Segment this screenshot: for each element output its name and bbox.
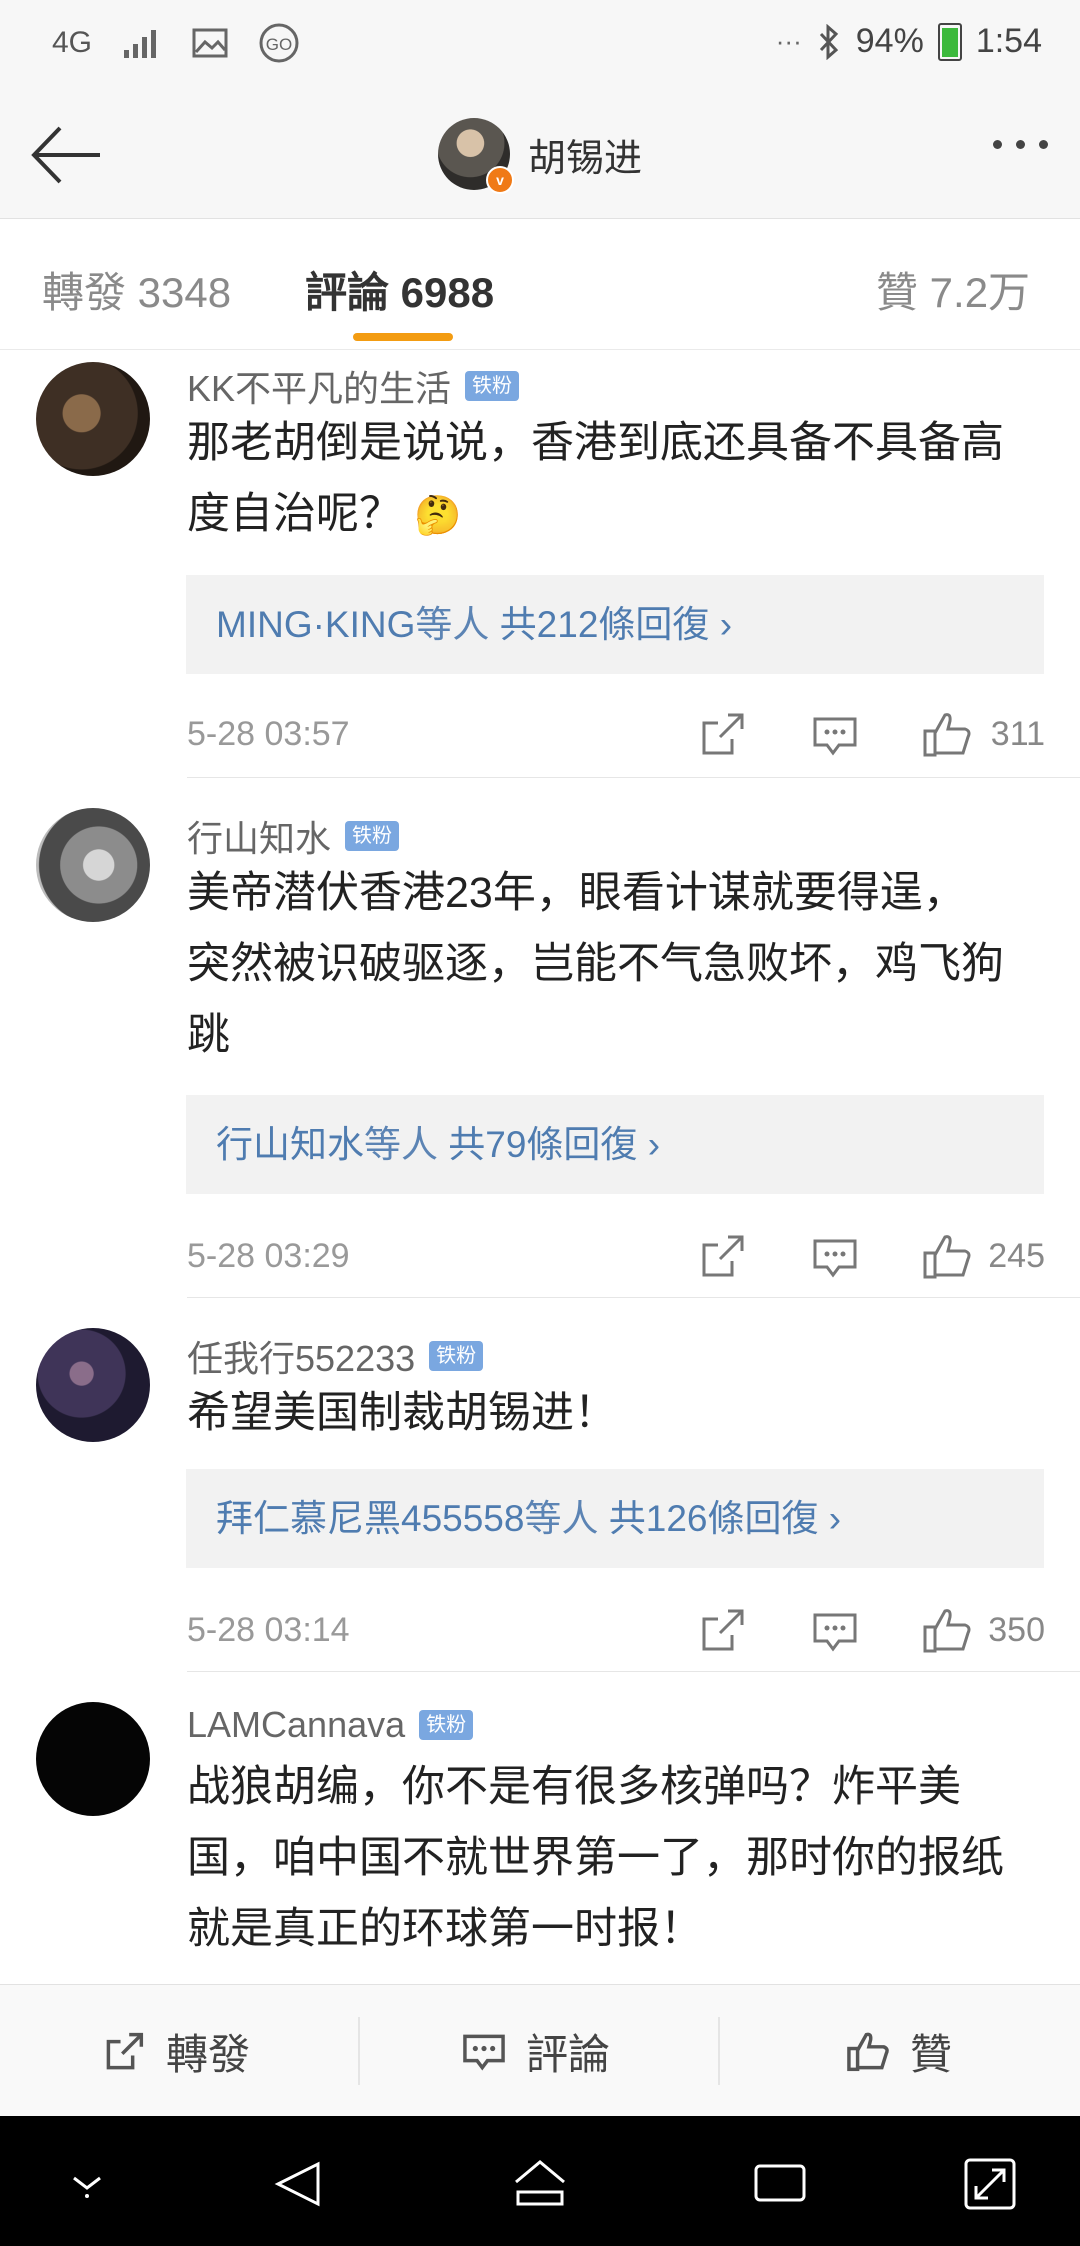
comment-author[interactable]: KK不平凡的生活 铁粉 — [187, 360, 520, 412]
system-nav-bar — [0, 2116, 1080, 2246]
status-time: 1:54 — [975, 22, 1042, 60]
fan-badge: 铁粉 — [429, 1341, 484, 1371]
username[interactable]: LAMCannava — [187, 1704, 405, 1746]
status-right: ··· 94% 1:54 — [776, 22, 1042, 61]
profile-header[interactable]: v 胡锡进 — [438, 118, 643, 194]
share-icon[interactable] — [692, 1601, 752, 1661]
divider — [187, 1297, 1080, 1298]
thinking-emoji-icon: 🤔 — [413, 495, 462, 537]
username[interactable]: 任我行552233 — [187, 1330, 415, 1382]
share-icon[interactable] — [692, 705, 752, 765]
image-icon — [192, 28, 228, 58]
like-button[interactable]: 贊 — [842, 2021, 952, 2082]
comment-author[interactable]: 行山知水 铁粉 — [187, 810, 400, 862]
comment-text: 美帝潜伏香港23年，眼看计谋就要得逞， 突然被识破驱逐，岂能不气急败坏，鸡飞狗 … — [187, 869, 1004, 1059]
hide-keyboard-icon[interactable] — [62, 2156, 112, 2206]
reply-summary[interactable]: MING·KING等人 共212條回復 › — [186, 575, 1044, 674]
avatar[interactable] — [36, 1702, 150, 1816]
comment-meta: 5-28 03:29 245 — [187, 1227, 1047, 1287]
avatar[interactable] — [36, 362, 150, 476]
comment-button[interactable]: 評論 — [458, 2021, 610, 2082]
bluetooth-icon — [819, 23, 838, 60]
reply-icon[interactable] — [805, 1601, 865, 1661]
more-options-icon[interactable] — [993, 140, 1048, 149]
like-count: 311 — [990, 715, 1045, 753]
back-nav-icon[interactable] — [272, 2156, 328, 2212]
status-bar: 4G GO ··· 94% 1:54 — [0, 0, 1080, 90]
reply-user[interactable]: 拜仁慕尼黑455558 — [216, 1498, 524, 1539]
share-icon[interactable] — [692, 1227, 752, 1287]
svg-text:GO: GO — [266, 35, 292, 54]
fan-badge: 铁粉 — [465, 371, 520, 401]
avatar[interactable] — [36, 1328, 150, 1442]
network-label: 4G — [52, 26, 93, 59]
comment-author[interactable]: LAMCannava 铁粉 — [187, 1704, 474, 1746]
battery-icon — [937, 22, 962, 61]
divider — [187, 1671, 1080, 1672]
comment-meta: 5-28 03:14 350 — [187, 1601, 1047, 1661]
status-left: 4G GO — [52, 22, 300, 64]
share-icon — [106, 2032, 144, 2069]
username[interactable]: 行山知水 — [187, 810, 331, 862]
more-dots: ··· — [775, 26, 802, 56]
thumbs-up-icon[interactable] — [917, 1227, 977, 1287]
thumbs-up-icon — [847, 2032, 889, 2071]
comment-author[interactable]: 任我行552233 铁粉 — [187, 1330, 484, 1382]
reply-icon[interactable] — [805, 705, 865, 765]
reply-icon[interactable] — [805, 1227, 865, 1287]
verified-icon: v — [486, 166, 514, 194]
recents-nav-icon[interactable] — [752, 2156, 808, 2212]
comment-meta: 5-28 03:57 311 — [187, 705, 1047, 765]
avatar[interactable]: v — [438, 118, 514, 194]
reply-summary[interactable]: 行山知水等人 共79條回復 › — [186, 1095, 1044, 1194]
back-arrow-icon[interactable] — [26, 120, 106, 190]
tab-bar: 轉發 3348 評論 6988 贊 7.2万 — [0, 219, 1080, 350]
nav-bar: v 胡锡进 — [0, 90, 1080, 219]
avatar[interactable] — [36, 808, 150, 922]
divider — [187, 777, 1080, 778]
signal-icon — [124, 30, 157, 58]
reply-user[interactable]: 行山知水 — [216, 1124, 364, 1165]
fan-badge: 铁粉 — [419, 1710, 474, 1740]
like-count: 245 — [988, 1237, 1045, 1275]
divider — [718, 2017, 720, 2085]
chevron-right-icon: › — [719, 604, 733, 645]
go-icon: GO — [259, 23, 299, 63]
tab-repost[interactable]: 轉發 3348 — [42, 259, 231, 320]
fan-badge: 铁粉 — [345, 821, 400, 851]
tab-likes[interactable]: 贊 7.2万 — [876, 259, 1030, 320]
battery-percent: 94% — [855, 22, 924, 60]
divider — [358, 2017, 360, 2085]
comment-time: 5-28 03:14 — [187, 1611, 350, 1649]
reply-summary[interactable]: 拜仁慕尼黑455558等人 共126條回復 › — [186, 1469, 1044, 1568]
comment-text: 那老胡倒是说说，香港到底还具备不具备高 度自治呢？ 🤔 — [187, 419, 1004, 538]
thumbs-up-icon[interactable] — [917, 1601, 977, 1661]
active-tab-indicator — [353, 333, 453, 341]
bottom-action-bar: 轉發 評論 贊 — [0, 1984, 1080, 2117]
username[interactable]: KK不平凡的生活 — [187, 360, 451, 412]
thumbs-up-icon[interactable] — [917, 705, 977, 765]
tab-comments[interactable]: 評論 6988 — [305, 259, 494, 320]
comment-text: 希望美国制裁胡锡进！ — [187, 1389, 617, 1437]
expand-icon[interactable] — [962, 2156, 1018, 2212]
comment-text: 战狼胡编，你不是有很多核弹吗？炸平美 国，咱中国不就世界第一了，那时你的报纸 就… — [187, 1763, 1004, 1953]
chevron-right-icon: › — [828, 1498, 842, 1539]
like-count: 350 — [988, 1611, 1045, 1649]
home-nav-icon[interactable] — [510, 2156, 570, 2212]
comment-icon — [463, 2034, 505, 2070]
reply-user[interactable]: MING·KING — [216, 604, 415, 645]
repost-button[interactable]: 轉發 — [98, 2021, 250, 2082]
comment-time: 5-28 03:29 — [187, 1237, 350, 1275]
chevron-right-icon: › — [647, 1124, 661, 1165]
comment-time: 5-28 03:57 — [187, 715, 350, 753]
page-title: 胡锡进 — [528, 137, 643, 180]
